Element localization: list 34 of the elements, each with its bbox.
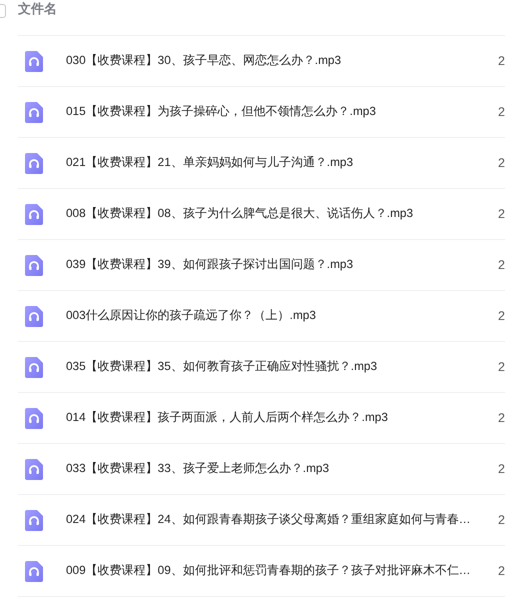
audio-file-icon — [25, 204, 43, 224]
audio-file-icon — [25, 254, 43, 276]
table-cell-text: 2 — [498, 358, 505, 376]
file-name[interactable]: 021【收费课程】21、单亲妈妈如何与儿子沟通？.mp3 — [66, 154, 486, 172]
audio-file-icon — [25, 458, 43, 480]
table-cell-text: 2 — [498, 256, 505, 274]
file-name[interactable]: 014【收费课程】孩子两面派，人前人后两个样怎么办？.mp3 — [66, 409, 486, 427]
table-cell-text: 2 — [498, 512, 505, 529]
file-name[interactable]: 009【收费课程】09、如何批评和惩罚青春期的孩子？孩子对批评麻木不仁… — [66, 562, 486, 580]
file-name[interactable]: 024【收费课程】24、如何跟青春期孩子谈父母离婚？重组家庭如何与青春… — [66, 511, 486, 529]
file-name[interactable]: 008【收费课程】08、孩子为什么脾气总是很大、说话伤人？.mp3 — [66, 205, 486, 223]
file-name[interactable]: 039【收费课程】39、如何跟孩子探讨出国问题？.mp3 — [66, 256, 486, 274]
audio-file-icon — [25, 510, 43, 530]
audio-file-icon — [25, 356, 43, 378]
audio-file-icon — [25, 306, 43, 326]
table-cell-text: 2 — [498, 460, 505, 478]
table-cell-text: 2 — [498, 410, 505, 427]
audio-file-icon — [25, 408, 43, 428]
table-cell-text: 2 — [498, 562, 505, 580]
audio-file-icon — [25, 560, 43, 582]
audio-file-icon — [25, 102, 43, 122]
audio-file-icon — [25, 152, 43, 174]
table-cell-text: 2 — [498, 52, 505, 70]
file-name[interactable]: 003什么原因让你的孩子疏远了你？（上）.mp3 — [66, 307, 486, 325]
table-cell-text: 2 — [498, 104, 505, 121]
file-name[interactable]: 015【收费课程】为孩子操碎心，但他不领情怎么办？.mp3 — [66, 103, 486, 121]
table-cell-text: 2 — [498, 206, 505, 223]
file-name[interactable]: 035【收费课程】35、如何教育孩子正确应对性骚扰？.mp3 — [66, 358, 486, 376]
column-header[interactable]: 文件名 — [18, 0, 57, 18]
table-cell-text: 2 — [498, 308, 505, 325]
file-name[interactable]: 030【收费课程】30、孩子早恋、网恋怎么办？.mp3 — [66, 52, 486, 70]
audio-file-icon — [25, 50, 43, 72]
table-cell-text: 2 — [498, 154, 505, 172]
file-name[interactable]: 033【收费课程】33、孩子爱上老师怎么办？.mp3 — [66, 460, 486, 478]
